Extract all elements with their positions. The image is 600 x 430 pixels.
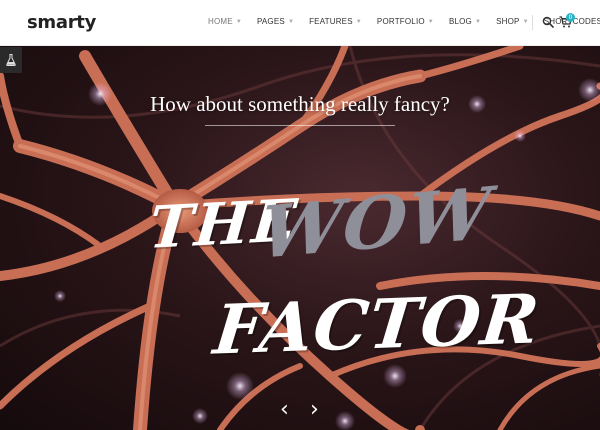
hero-divider <box>205 125 395 126</box>
site-header: smarty HOME ▼ PAGES ▼ FEATURES ▼ PORTFOL… <box>0 0 600 46</box>
search-icon[interactable] <box>542 16 554 28</box>
nav-item-home[interactable]: HOME ▼ <box>208 17 242 26</box>
chevron-down-icon: ▼ <box>235 18 242 25</box>
nav-item-features[interactable]: FEATURES ▼ <box>309 17 362 26</box>
chevron-down-icon: ▼ <box>287 18 295 25</box>
slider-prev-button[interactable]: ‹ <box>280 399 289 421</box>
site-logo[interactable]: smarty <box>27 12 96 33</box>
nav-label: SHOP <box>496 17 520 26</box>
nav-label: FEATURES <box>309 17 353 26</box>
nav-label: HOME <box>208 17 233 26</box>
chevron-down-icon: ▼ <box>427 18 434 25</box>
chevron-down-icon: ▼ <box>522 18 529 25</box>
nav-label: BLOG <box>448 17 472 26</box>
header-divider <box>532 15 533 30</box>
flask-icon <box>6 54 16 66</box>
nav-label: PORTFOLIO <box>376 17 425 26</box>
hero-title-factor: FACTOR <box>210 279 544 371</box>
nav-item-blog[interactable]: BLOG ▼ <box>449 17 481 26</box>
chevron-down-icon: ▼ <box>355 18 362 25</box>
chevron-down-icon: ▼ <box>474 18 482 25</box>
style-switcher-tab[interactable] <box>0 47 22 73</box>
slider-next-button[interactable]: › <box>310 399 319 421</box>
nav-item-pages[interactable]: PAGES ▼ <box>257 17 294 26</box>
nav-item-portfolio[interactable]: PORTFOLIO ▼ <box>377 17 434 26</box>
hero-heading: How about something really fancy? <box>150 92 450 116</box>
cart-count-badge: 0 <box>566 13 575 22</box>
nav-label: PAGES <box>256 17 285 26</box>
nav-item-shop[interactable]: SHOP ▼ <box>496 17 529 26</box>
